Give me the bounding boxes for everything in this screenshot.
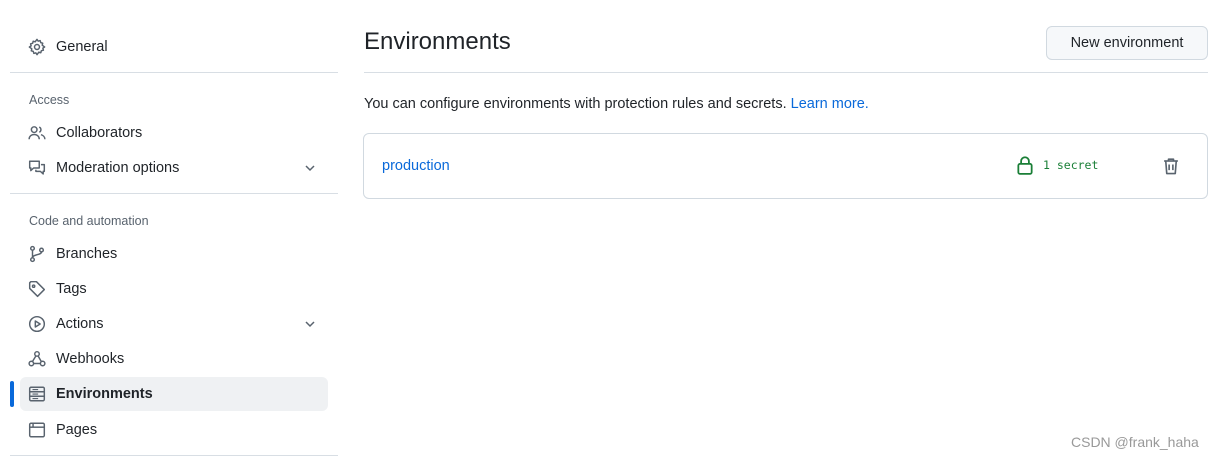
browser-icon xyxy=(28,421,46,439)
sidebar-item-label: General xyxy=(56,39,108,55)
section-heading-access: Access xyxy=(29,93,70,107)
people-icon xyxy=(28,124,46,142)
sidebar-item-webhooks[interactable]: Webhooks xyxy=(20,342,328,376)
sidebar-item-label: Actions xyxy=(56,316,104,332)
environment-link-production[interactable]: production xyxy=(382,158,450,174)
sidebar-item-label: Tags xyxy=(56,281,87,297)
sidebar-item-pages[interactable]: Pages xyxy=(20,413,328,447)
environment-list: production 1 secret xyxy=(363,133,1208,199)
sidebar-item-label: Pages xyxy=(56,422,98,438)
sidebar-item-label: Branches xyxy=(56,246,118,262)
sidebar-divider xyxy=(10,455,338,456)
description-text: You can configure environments with prot… xyxy=(364,96,787,112)
section-heading-code-automation: Code and automation xyxy=(29,214,149,228)
secret-count: 1 secret xyxy=(1043,158,1099,172)
sidebar-item-moderation-options[interactable]: Moderation options xyxy=(20,151,328,185)
settings-sidebar: General Access Collaborators Moderation … xyxy=(10,0,338,459)
server-icon xyxy=(28,385,46,403)
sidebar-item-label: Collaborators xyxy=(56,125,143,141)
play-icon xyxy=(28,315,46,333)
sidebar-item-label: Webhooks xyxy=(56,351,125,367)
sidebar-item-branches[interactable]: Branches xyxy=(20,237,328,271)
new-environment-button[interactable]: New environment xyxy=(1046,26,1208,60)
webhook-icon xyxy=(28,350,46,368)
sidebar-item-label: Environments xyxy=(56,386,153,402)
sidebar-item-label: Moderation options xyxy=(56,160,180,176)
learn-more-link[interactable]: Learn more. xyxy=(791,96,869,112)
sidebar-item-collaborators[interactable]: Collaborators xyxy=(20,116,328,150)
trash-icon[interactable] xyxy=(1161,156,1181,176)
gear-icon xyxy=(28,38,46,56)
watermark: CSDN @frank_haha xyxy=(1071,434,1199,450)
sidebar-divider xyxy=(10,72,338,73)
sidebar-item-general[interactable]: General xyxy=(20,30,328,64)
environment-secrets-badge: 1 secret xyxy=(1016,155,1098,175)
chevron-down-icon[interactable] xyxy=(302,160,318,176)
lock-icon xyxy=(1017,156,1033,175)
chevron-down-icon[interactable] xyxy=(302,316,318,332)
page-title: Environments xyxy=(364,28,511,55)
sidebar-item-environments[interactable]: Environments xyxy=(20,377,328,411)
sidebar-divider xyxy=(10,193,338,194)
title-divider xyxy=(364,72,1208,73)
active-indicator xyxy=(10,381,14,407)
tag-icon xyxy=(28,280,46,298)
git-branch-icon xyxy=(28,245,46,263)
sidebar-item-tags[interactable]: Tags xyxy=(20,272,328,306)
comment-discussion-icon xyxy=(28,159,46,177)
environments-description: You can configure environments with prot… xyxy=(364,96,869,112)
sidebar-item-actions[interactable]: Actions xyxy=(20,307,328,341)
